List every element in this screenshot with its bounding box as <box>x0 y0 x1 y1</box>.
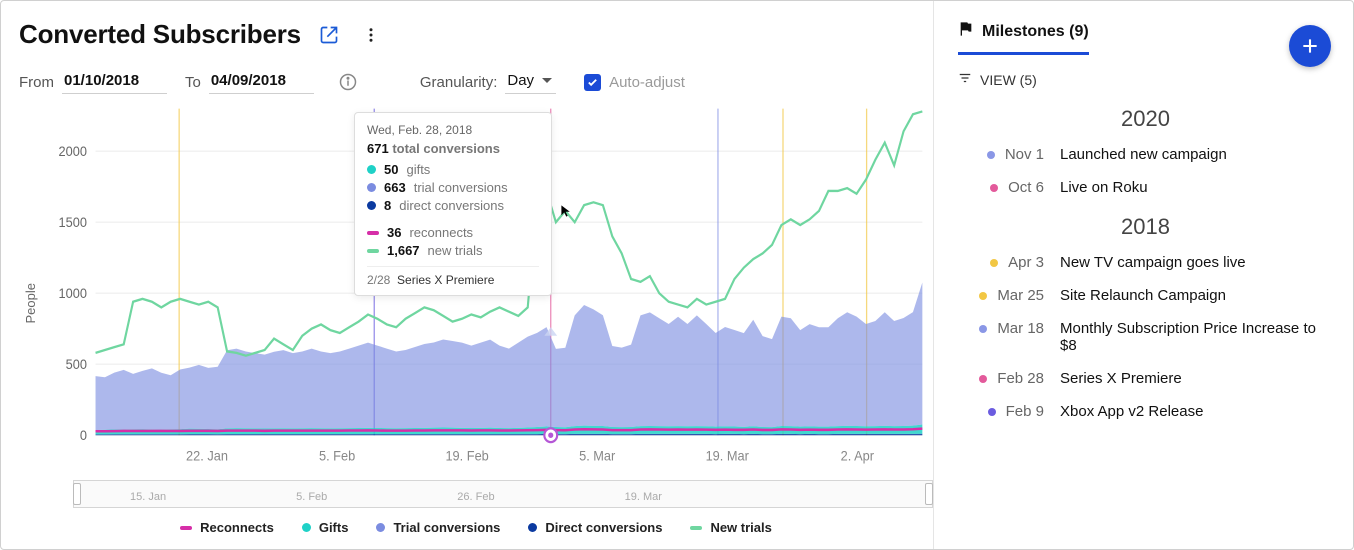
milestone-title: Monthly Subscription Price Increase to $… <box>1060 320 1333 354</box>
milestone-dot <box>987 151 995 159</box>
legend-item[interactable]: Direct conversions <box>528 520 662 535</box>
svg-text:22. Jan: 22. Jan <box>186 448 228 464</box>
milestone-title: New TV campaign goes live <box>1060 254 1333 271</box>
milestone-item[interactable]: Oct 6 Live on Roku <box>958 171 1333 204</box>
milestone-date: Feb 28 <box>997 370 1044 387</box>
tab-milestones-label: Milestones (9) <box>982 23 1089 41</box>
page-title: Converted Subscribers <box>19 19 301 50</box>
chart-tooltip: Wed, Feb. 28, 2018 671 total conversions… <box>354 112 552 296</box>
milestone-dot <box>979 292 987 300</box>
legend-item[interactable]: Reconnects <box>180 520 274 535</box>
milestone-date: Feb 9 <box>1006 403 1044 420</box>
to-label: To <box>185 74 201 91</box>
milestone-item[interactable]: Feb 9 Xbox App v2 Release <box>958 395 1333 428</box>
y-axis-title: People <box>19 253 38 323</box>
milestone-item[interactable]: Nov 1 Launched new campaign <box>958 138 1333 171</box>
svg-text:500: 500 <box>66 356 87 372</box>
milestone-title: Xbox App v2 Release <box>1060 403 1333 420</box>
add-milestone-button[interactable] <box>1289 25 1331 67</box>
milestone-dot <box>988 408 996 416</box>
milestone-date: Mar 25 <box>997 287 1044 304</box>
chart-legend: Reconnects Gifts Trial conversions Direct c… <box>19 512 933 537</box>
milestone-item[interactable]: Apr 3 New TV campaign goes live <box>958 246 1333 279</box>
svg-text:0: 0 <box>80 427 87 443</box>
tooltip-annot-date: 2/28 <box>367 273 390 287</box>
milestone-title: Launched new campaign <box>1060 146 1333 163</box>
milestone-item[interactable]: Mar 25 Site Relaunch Campaign <box>958 279 1333 312</box>
milestone-title: Site Relaunch Campaign <box>1060 287 1333 304</box>
milestone-item[interactable]: Mar 18 Monthly Subscription Price Increas… <box>958 312 1333 362</box>
granularity-select[interactable]: Day <box>505 70 556 94</box>
brush-tick: 19. Mar <box>625 491 662 503</box>
brush-tick: 5. Feb <box>296 491 327 503</box>
tooltip-row: 8direct conversions <box>367 198 539 213</box>
tooltip-row: 50gifts <box>367 162 539 177</box>
milestone-title: Series X Premiere <box>1060 370 1333 387</box>
svg-text:5. Mar: 5. Mar <box>579 448 616 464</box>
milestone-year-header: 2020 <box>958 106 1333 132</box>
tooltip-row: 1,667new trials <box>367 243 539 258</box>
legend-item[interactable]: New trials <box>690 520 771 535</box>
to-date-input[interactable]: 04/09/2018 <box>209 70 314 94</box>
svg-text:2. Apr: 2. Apr <box>841 448 875 464</box>
view-filter[interactable]: VIEW (5) <box>958 71 1333 88</box>
milestone-item[interactable]: Feb 28 Series X Premiere <box>958 362 1333 395</box>
milestone-dot <box>990 259 998 267</box>
milestone-date: Oct 6 <box>1008 179 1044 196</box>
svg-text:2000: 2000 <box>59 143 87 159</box>
chart-canvas[interactable]: 0 500 1000 1500 2000 22. Jan 5. Feb 19. Feb 5. M… <box>38 104 933 472</box>
milestone-date: Mar 18 <box>997 320 1044 337</box>
milestone-date: Apr 3 <box>1008 254 1044 271</box>
brush-tick: 15. Jan <box>130 491 166 503</box>
auto-adjust-label: Auto-adjust <box>609 74 685 91</box>
milestone-dot <box>990 184 998 192</box>
legend-item[interactable]: Trial conversions <box>376 520 500 535</box>
granularity-label: Granularity: <box>420 74 498 91</box>
milestone-date: Nov 1 <box>1005 146 1044 163</box>
from-date-input[interactable]: 01/10/2018 <box>62 70 167 94</box>
milestone-year-header: 2018 <box>958 214 1333 240</box>
tooltip-row: 663trial conversions <box>367 180 539 195</box>
tooltip-date: Wed, Feb. 28, 2018 <box>367 123 539 137</box>
tooltip-row: 36reconnects <box>367 225 539 240</box>
more-options-icon[interactable] <box>357 21 385 49</box>
timeline-brush[interactable]: 15. Jan 5. Feb 26. Feb 19. Mar <box>73 480 933 508</box>
auto-adjust-checkbox[interactable] <box>584 74 601 91</box>
from-label: From <box>19 74 54 91</box>
svg-text:1500: 1500 <box>59 214 87 230</box>
tab-milestones[interactable]: Milestones (9) <box>958 15 1089 55</box>
milestone-list[interactable]: 2020 Nov 1 Launched new campaign Oct 6 Live … <box>958 96 1333 476</box>
tooltip-annot-title: Series X Premiere <box>397 273 494 287</box>
view-filter-label: VIEW (5) <box>980 72 1037 88</box>
tooltip-total-value: 671 <box>367 141 389 156</box>
milestone-title: Live on Roku <box>1060 179 1333 196</box>
legend-item[interactable]: Gifts <box>302 520 349 535</box>
brush-tick: 26. Feb <box>457 491 494 503</box>
info-icon[interactable] <box>334 68 362 96</box>
open-external-icon[interactable] <box>315 21 343 49</box>
svg-text:19. Mar: 19. Mar <box>706 448 750 464</box>
flag-icon <box>958 21 974 42</box>
milestone-dot <box>979 375 987 383</box>
svg-text:5. Feb: 5. Feb <box>319 448 355 464</box>
svg-text:19. Feb: 19. Feb <box>445 448 488 464</box>
tooltip-total-label: total conversions <box>392 141 500 156</box>
filter-icon <box>958 71 972 88</box>
svg-text:1000: 1000 <box>59 285 87 301</box>
milestone-dot <box>979 325 987 333</box>
